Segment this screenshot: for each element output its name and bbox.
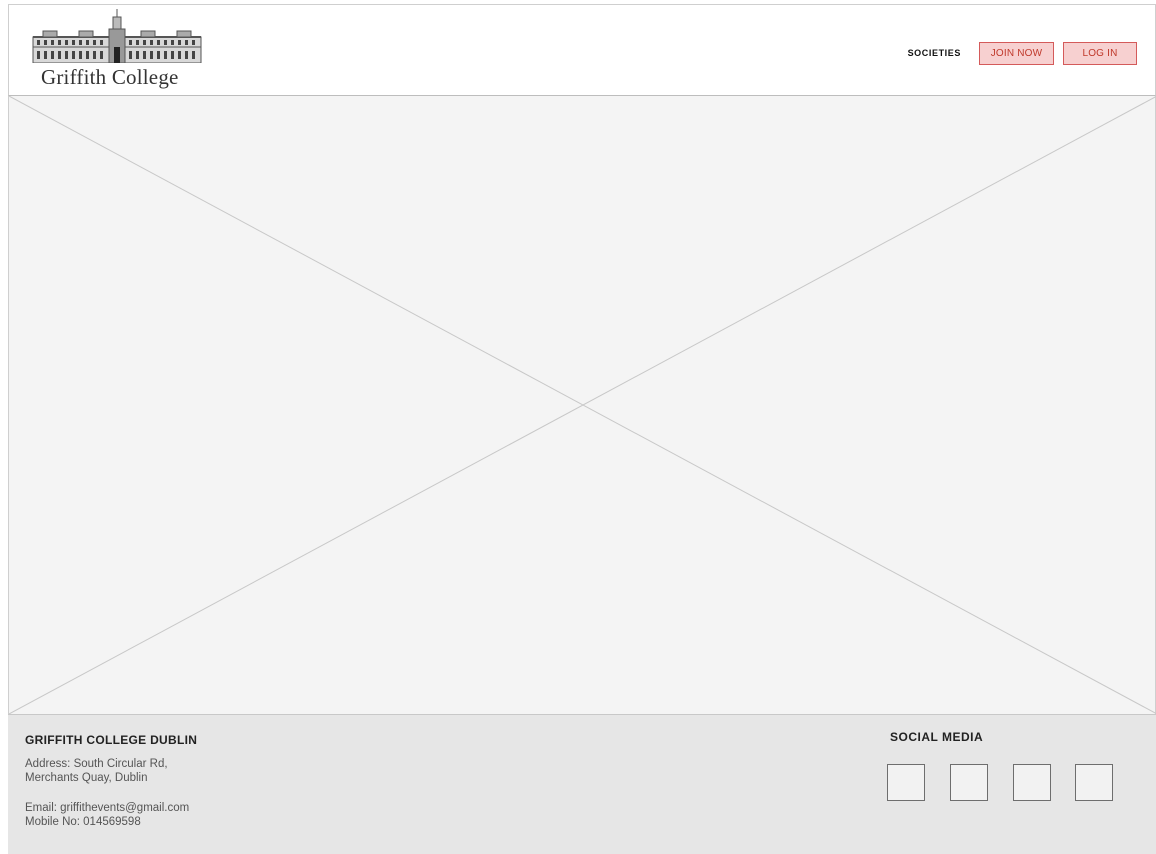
griffith-college-logo[interactable]: Griffith College <box>27 7 207 91</box>
footer-title: GRIFFITH COLLEGE DUBLIN <box>25 733 198 747</box>
social-media-title: SOCIAL MEDIA <box>890 730 984 744</box>
site-header: Griffith College SOCIETIES JOIN NOW LOG … <box>8 4 1156 96</box>
social-icon-1[interactable] <box>887 764 925 801</box>
address-line-2: Merchants Quay, Dublin <box>25 772 148 784</box>
mobile-text: Mobile No: 014569598 <box>25 816 141 828</box>
log-in-button[interactable]: LOG IN <box>1063 41 1137 65</box>
social-icon-2[interactable] <box>950 764 988 801</box>
logo-text: Griffith College <box>41 65 179 89</box>
image-placeholder-cross <box>9 96 1156 714</box>
social-icon-4[interactable] <box>1075 764 1113 801</box>
join-now-button[interactable]: JOIN NOW <box>979 41 1054 65</box>
nav-link-societies[interactable]: SOCIETIES <box>908 48 961 58</box>
site-footer: GRIFFITH COLLEGE DUBLIN Address: South C… <box>8 714 1156 854</box>
top-nav: SOCIETIES JOIN NOW LOG IN <box>908 41 1137 65</box>
email-text: Email: griffithevents@gmail.com <box>25 802 190 814</box>
social-icon-3[interactable] <box>1013 764 1051 801</box>
page: Griffith College SOCIETIES JOIN NOW LOG … <box>0 0 1156 854</box>
hero-image-placeholder <box>8 96 1156 714</box>
address-line-1: Address: South Circular Rd, <box>25 758 168 770</box>
college-building-icon <box>32 9 202 63</box>
